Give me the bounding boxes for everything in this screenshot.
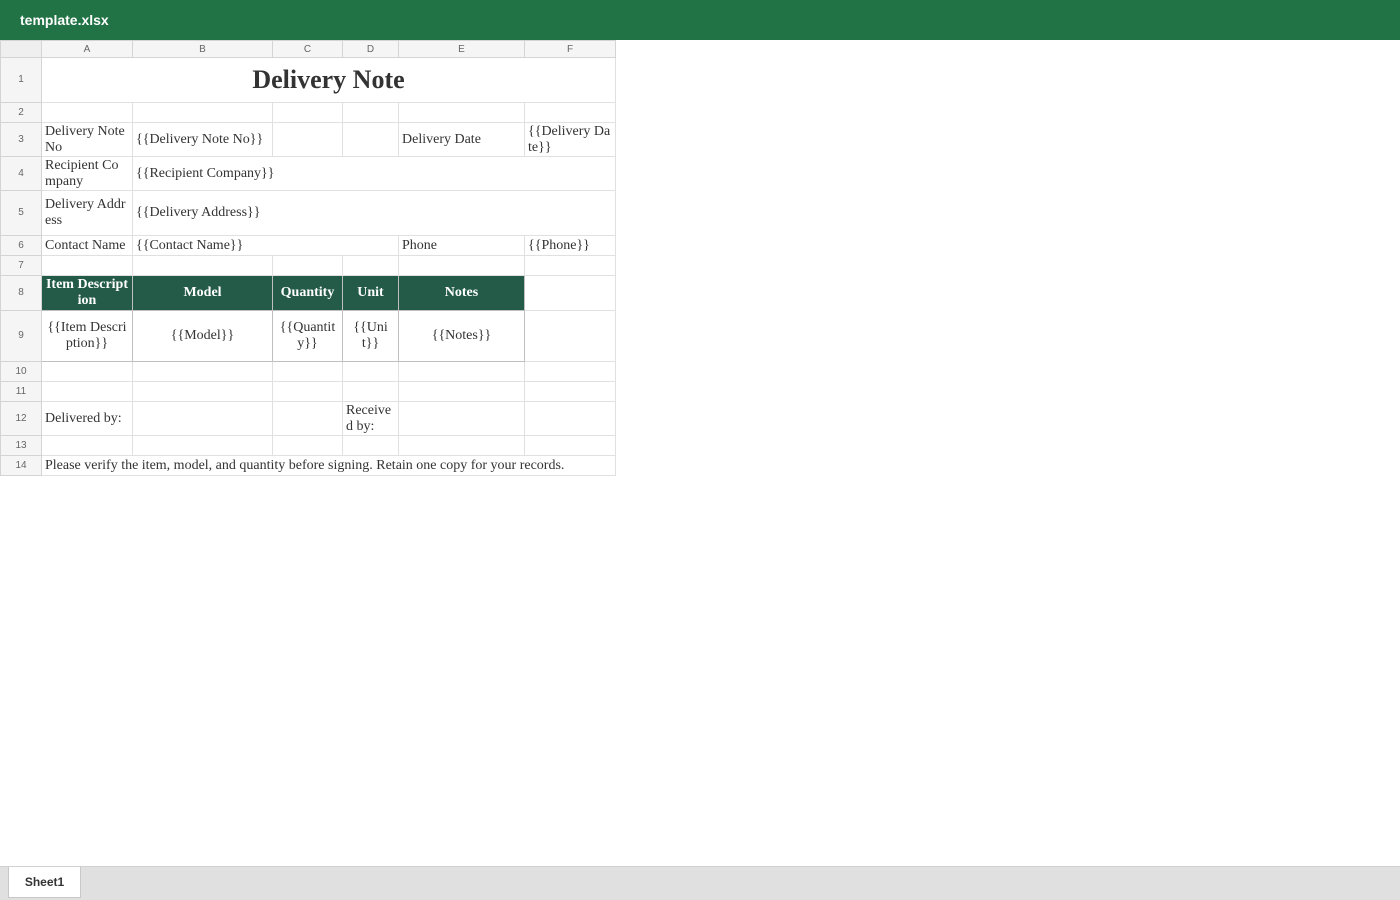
row-header-9[interactable]: 9 xyxy=(0,310,42,362)
items-header-item-description[interactable]: Item Description xyxy=(41,275,133,311)
cell[interactable] xyxy=(272,435,343,456)
cell[interactable] xyxy=(524,310,616,362)
column-header-f[interactable]: F xyxy=(524,40,616,58)
cell[interactable] xyxy=(398,435,525,456)
cell[interactable] xyxy=(132,401,273,436)
cell[interactable] xyxy=(342,102,399,123)
row-header-1[interactable]: 1 xyxy=(0,57,42,103)
row-header-7[interactable]: 7 xyxy=(0,255,42,276)
cell[interactable] xyxy=(524,401,616,436)
cell[interactable] xyxy=(342,122,399,157)
received-by-label-cell[interactable]: Received by: xyxy=(342,401,399,436)
contact-name-value-cell[interactable]: {{Contact Name}} xyxy=(132,235,399,256)
cell[interactable] xyxy=(524,275,616,311)
sheet-tab-sheet1[interactable]: Sheet1 xyxy=(8,867,81,898)
items-header-notes[interactable]: Notes xyxy=(398,275,525,311)
items-row-unit[interactable]: {{Unit}} xyxy=(342,310,399,362)
column-header-b[interactable]: B xyxy=(132,40,273,58)
row-header-8[interactable]: 8 xyxy=(0,275,42,311)
row-header-6[interactable]: 6 xyxy=(0,235,42,256)
cell[interactable] xyxy=(342,381,399,402)
column-header-d[interactable]: D xyxy=(342,40,399,58)
cell[interactable] xyxy=(132,381,273,402)
delivery-address-value-cell[interactable]: {{Delivery Address}} xyxy=(132,190,616,236)
cell[interactable] xyxy=(272,122,343,157)
delivery-date-value-cell[interactable]: {{Delivery Date}} xyxy=(524,122,616,157)
cell[interactable] xyxy=(524,361,616,382)
cell[interactable] xyxy=(41,102,133,123)
phone-label-cell[interactable]: Phone xyxy=(398,235,525,256)
delivered-by-label-cell[interactable]: Delivered by: xyxy=(41,401,133,436)
cell[interactable] xyxy=(272,401,343,436)
delivery-date-label-cell[interactable]: Delivery Date xyxy=(398,122,525,157)
cell[interactable] xyxy=(272,381,343,402)
row-header-4[interactable]: 4 xyxy=(0,156,42,191)
title-cell[interactable]: Delivery Note xyxy=(41,57,616,103)
cell[interactable] xyxy=(132,102,273,123)
cell[interactable] xyxy=(41,435,133,456)
cell[interactable] xyxy=(524,381,616,402)
footer-note-cell[interactable]: Please verify the item, model, and quant… xyxy=(41,455,616,476)
row-header-12[interactable]: 12 xyxy=(0,401,42,436)
items-row-notes[interactable]: {{Notes}} xyxy=(398,310,525,362)
recipient-company-value-cell[interactable]: {{Recipient Company}} xyxy=(132,156,616,191)
cell[interactable] xyxy=(398,381,525,402)
row-header-3[interactable]: 3 xyxy=(0,122,42,157)
cell[interactable] xyxy=(342,255,399,276)
column-header-c[interactable]: C xyxy=(272,40,343,58)
items-row-item-description[interactable]: {{Item Description}} xyxy=(41,310,133,362)
cell[interactable] xyxy=(524,255,616,276)
cell[interactable] xyxy=(398,255,525,276)
cell[interactable] xyxy=(342,435,399,456)
row-header-14[interactable]: 14 xyxy=(0,455,42,476)
cell[interactable] xyxy=(398,401,525,436)
contact-name-label-cell[interactable]: Contact Name xyxy=(41,235,133,256)
delivery-address-label-cell[interactable]: Delivery Address xyxy=(41,190,133,236)
row-header-5[interactable]: 5 xyxy=(0,190,42,236)
items-row-quantity[interactable]: {{Quantity}} xyxy=(272,310,343,362)
cell[interactable] xyxy=(132,361,273,382)
items-header-model[interactable]: Model xyxy=(132,275,273,311)
cell[interactable] xyxy=(524,435,616,456)
sheet-table: A B C D E F 1 Delivery Note 2 3 Delivery… xyxy=(0,40,616,476)
phone-value-cell[interactable]: {{Phone}} xyxy=(524,235,616,256)
select-all-corner[interactable] xyxy=(0,40,42,58)
window-title: template.xlsx xyxy=(0,0,1400,40)
cell[interactable] xyxy=(524,102,616,123)
cell[interactable] xyxy=(41,255,133,276)
cell[interactable] xyxy=(41,361,133,382)
row-header-10[interactable]: 10 xyxy=(0,361,42,382)
cell[interactable] xyxy=(132,435,273,456)
cell[interactable] xyxy=(398,361,525,382)
items-row-model[interactable]: {{Model}} xyxy=(132,310,273,362)
cell[interactable] xyxy=(272,102,343,123)
cell[interactable] xyxy=(342,361,399,382)
row-header-11[interactable]: 11 xyxy=(0,381,42,402)
column-header-a[interactable]: A xyxy=(41,40,133,58)
spreadsheet-grid: A B C D E F 1 Delivery Note 2 3 Delivery… xyxy=(0,40,616,476)
column-header-e[interactable]: E xyxy=(398,40,525,58)
cell[interactable] xyxy=(132,255,273,276)
row-header-13[interactable]: 13 xyxy=(0,435,42,456)
sheet-tab-bar: Sheet1 xyxy=(0,866,1400,900)
items-header-unit[interactable]: Unit xyxy=(342,275,399,311)
delivery-note-no-value-cell[interactable]: {{Delivery Note No}} xyxy=(132,122,273,157)
items-header-quantity[interactable]: Quantity xyxy=(272,275,343,311)
delivery-note-no-label-cell[interactable]: Delivery Note No xyxy=(41,122,133,157)
row-header-2[interactable]: 2 xyxy=(0,102,42,123)
cell[interactable] xyxy=(41,381,133,402)
cell[interactable] xyxy=(272,255,343,276)
recipient-company-label-cell[interactable]: Recipient Company xyxy=(41,156,133,191)
cell[interactable] xyxy=(272,361,343,382)
cell[interactable] xyxy=(398,102,525,123)
